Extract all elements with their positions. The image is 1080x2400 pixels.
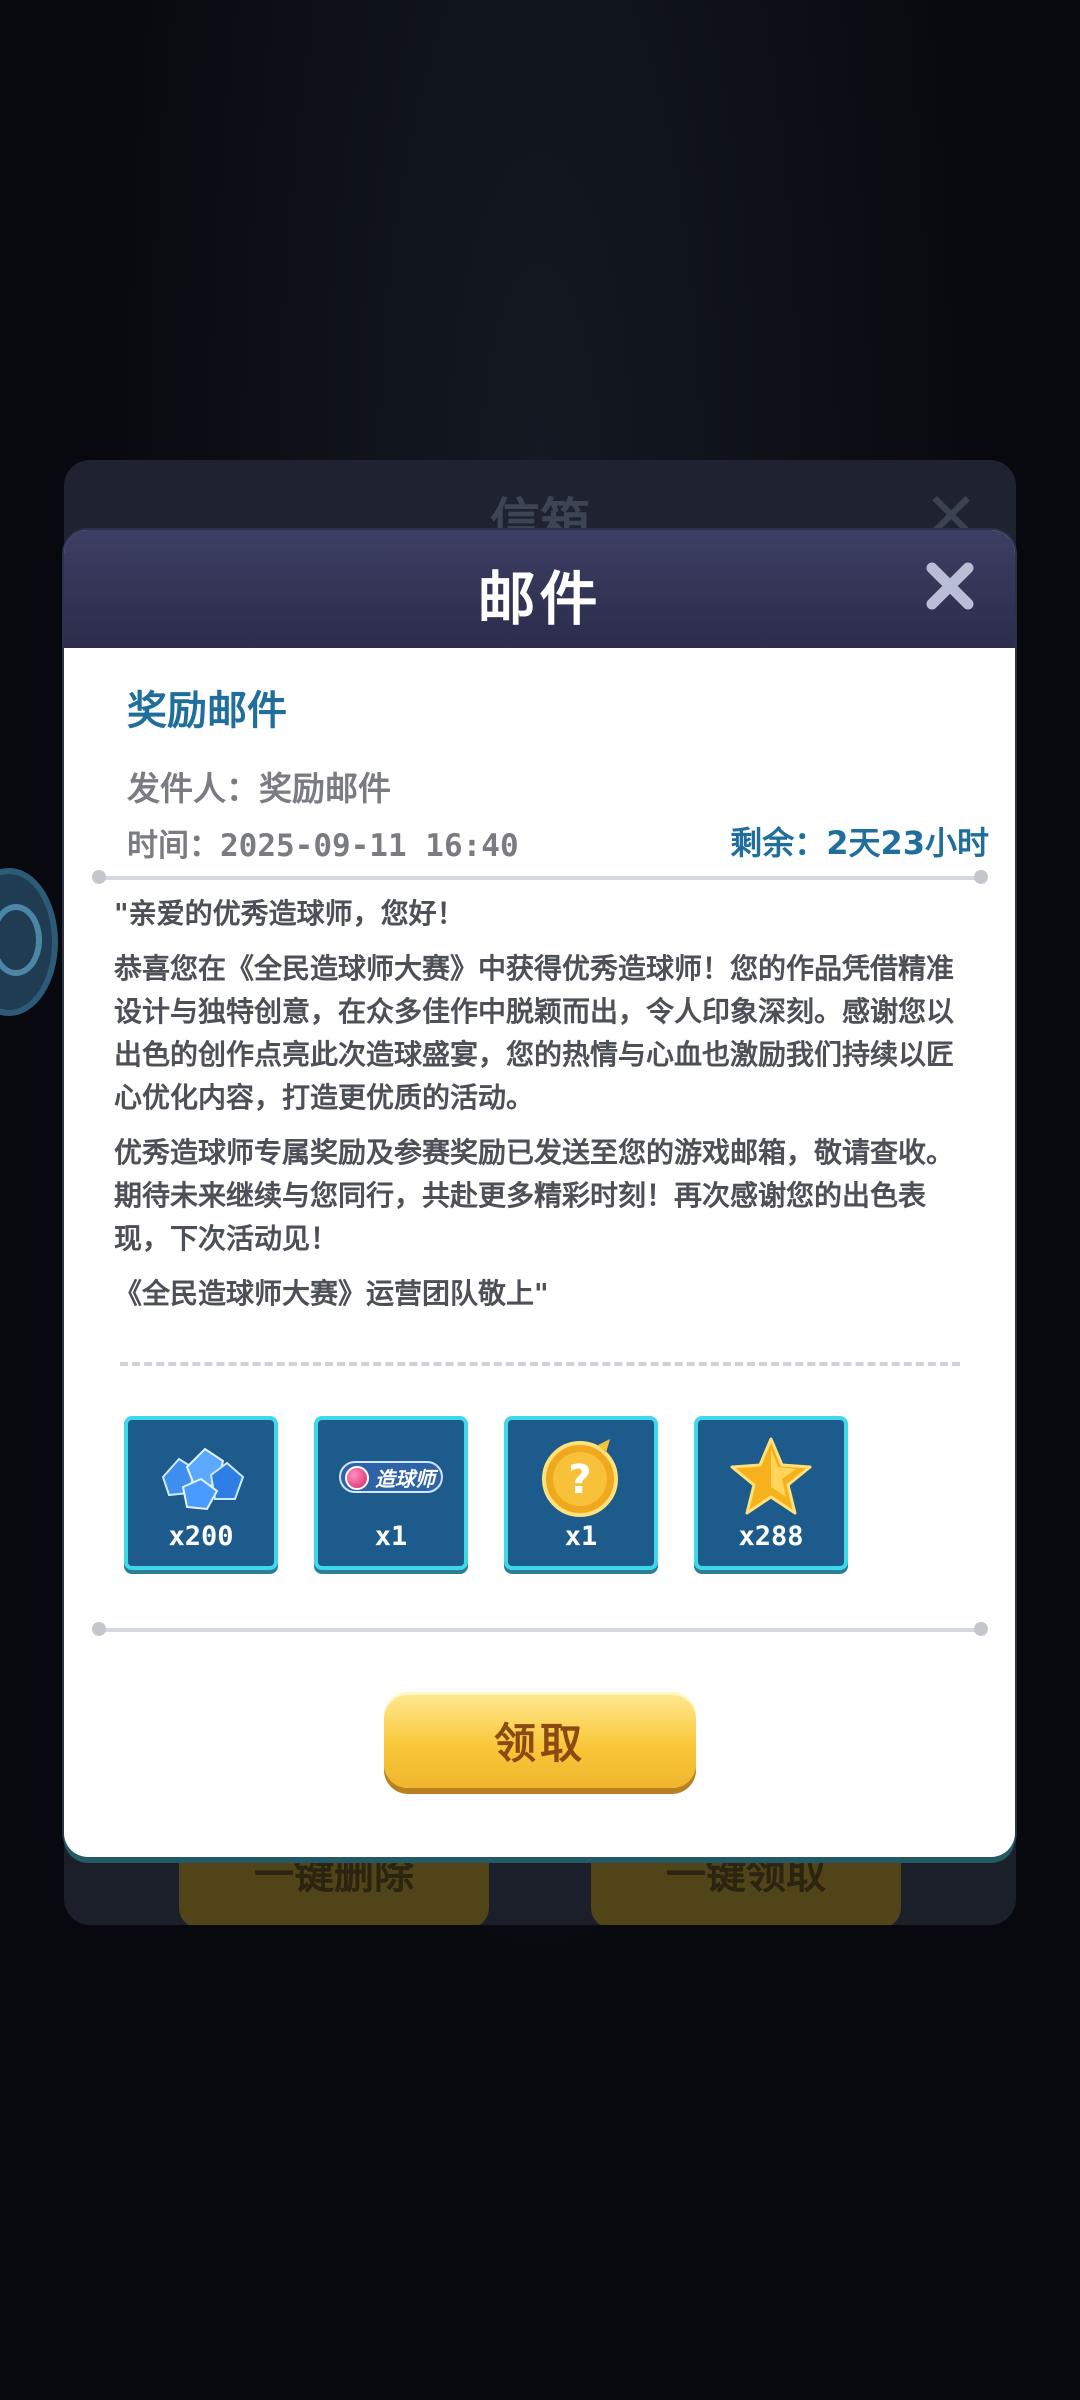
designer-badge-icon: 造球师 (339, 1461, 443, 1493)
claim-button[interactable]: 领取 (384, 1692, 696, 1788)
close-icon (926, 562, 974, 610)
close-button[interactable] (920, 556, 980, 616)
reward-count: x1 (374, 1521, 408, 1552)
mail-title: 奖励邮件 (127, 688, 287, 734)
dialog-title: 邮件 (477, 565, 602, 633)
reward-list: x200 造球师 x1 ? x1 x288 (124, 1416, 984, 1576)
mail-signature: 《全民造球师大赛》运营团队敬上" (114, 1277, 549, 1310)
mail-paragraph: 恭喜您在《全民造球师大赛》中获得优秀造球师！您的作品凭借精准设计与独特创意，在众… (114, 952, 955, 1114)
mail-dialog: 邮件 奖励邮件 发件人：奖励邮件 时间：2025-09-11 16:40 剩余：… (64, 530, 1015, 1857)
divider-dashed (120, 1362, 960, 1366)
gold-star-icon (730, 1437, 812, 1515)
mail-sender: 发件人：奖励邮件 (127, 769, 391, 808)
reward-count: x288 (738, 1521, 804, 1552)
divider-bottom (92, 1622, 988, 1636)
dialog-header: 邮件 (64, 530, 1015, 648)
mail-greeting: "亲爱的优秀造球师，您好！ (114, 897, 465, 930)
claim-button-label: 领取 (493, 1718, 586, 1768)
mail-time: 时间：2025-09-11 16:40 (127, 828, 519, 864)
reward-item[interactable]: 造球师 x1 (314, 1416, 468, 1570)
mystery-coin-icon: ? (542, 1439, 618, 1517)
reward-count: x200 (168, 1521, 234, 1552)
mail-body: "亲爱的优秀造球师，您好！ 恭喜您在《全民造球师大赛》中获得优秀造球师！您的作品… (114, 892, 974, 1327)
mail-paragraph: 优秀造球师专属奖励及参赛奖励已发送至您的游戏邮箱，敬请查收。期待未来继续与您同行… (114, 1136, 955, 1255)
mail-remaining-time: 剩余：2天23小时 (730, 824, 989, 862)
svg-text:?: ? (568, 1457, 591, 1503)
reward-item[interactable]: x200 (124, 1416, 278, 1570)
reward-count: x1 (564, 1521, 598, 1552)
blue-crystals-icon (161, 1447, 245, 1511)
reward-item[interactable]: x288 (694, 1416, 848, 1570)
divider-top (92, 870, 988, 884)
reward-item[interactable]: ? x1 (504, 1416, 658, 1570)
